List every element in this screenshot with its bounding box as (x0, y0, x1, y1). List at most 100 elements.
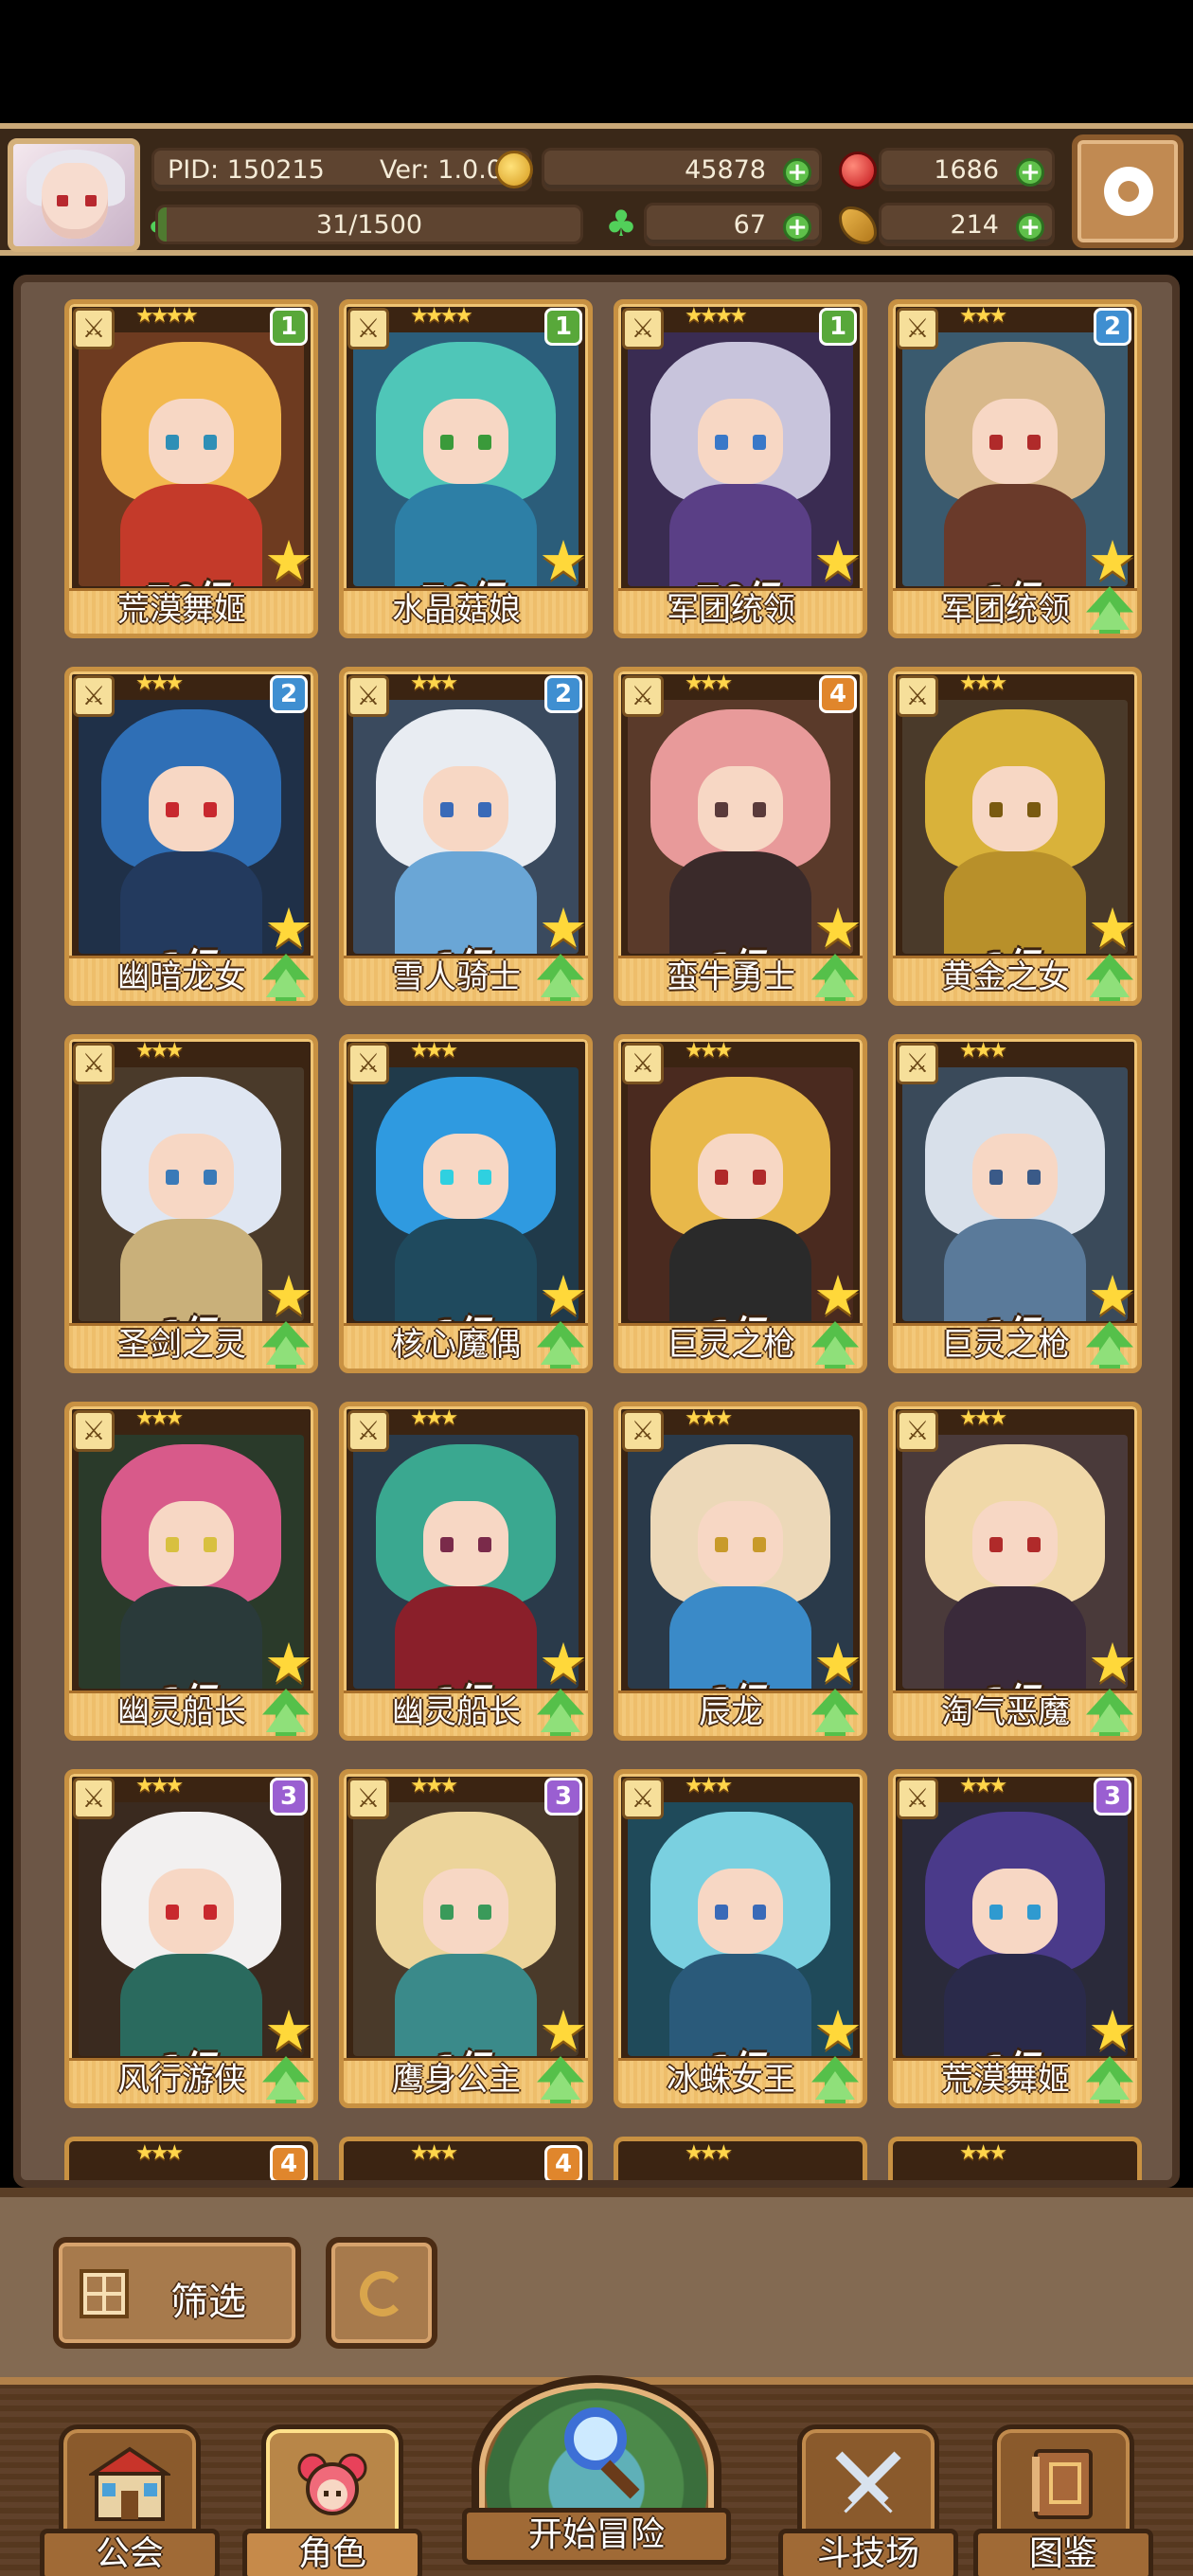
add-gold-button[interactable]: + (783, 158, 811, 187)
character-card[interactable]: 1级 ⚔ ★★★ 圣剑之灵★ (64, 1034, 318, 1373)
weapon-type-icon: ⚔ (897, 675, 938, 717)
portrait-face (972, 766, 1058, 851)
character-name: 军团统领 (667, 591, 795, 629)
character-card[interactable]: 1级 ⚔ ★★★ 核心魔偶★ (339, 1034, 593, 1373)
filter-button[interactable]: 筛选 (53, 2237, 301, 2349)
rarity-stars: ★★★ (959, 671, 1007, 695)
weapon-type-icon: ⚔ (622, 675, 664, 717)
nav-guild[interactable]: 公会 (40, 2424, 220, 2576)
portrait-eye (989, 1170, 1003, 1185)
top-header: PID: 150215 Ver: 1.0.0.0 45878 + 1686 + … (0, 123, 1193, 256)
star-upgrade-icon: ★ (1088, 1263, 1137, 1328)
add-gem-button[interactable]: + (1016, 158, 1044, 187)
rarity-stars: ★★★ (135, 2141, 184, 2165)
character-name: 圣剑之灵 (117, 1326, 246, 1364)
refresh-icon (360, 2271, 405, 2317)
weapon-type-icon: ⚔ (347, 1043, 389, 1084)
portrait-eye (989, 1537, 1003, 1552)
bone-pill[interactable]: 214 + (879, 203, 1055, 246)
portrait-face (149, 1501, 234, 1586)
rarity-stars: ★★★★ (410, 304, 473, 328)
portrait-eye (753, 802, 766, 817)
star-upgrade-icon: ★ (813, 528, 863, 593)
portrait-eye (989, 802, 1003, 817)
nav-adventure-label: 开始冒险 (462, 2508, 731, 2565)
character-name: 雪人骑士 (392, 958, 521, 996)
weapon-type-icon: ⚔ (347, 308, 389, 349)
character-card[interactable]: 1级 ⚔ ★★★ 军团统领2★ (888, 299, 1142, 638)
refresh-button[interactable] (326, 2237, 437, 2349)
nav-adventure[interactable]: 开始冒险 (453, 2366, 740, 2576)
rarity-stars: ★★★ (410, 1039, 458, 1063)
character-card[interactable]: 1级 ⚔ ★★★ 雪人骑士2★ (339, 667, 593, 1006)
weapon-type-icon: ⚔ (73, 1778, 115, 1819)
nav-guild-label: 公会 (40, 2529, 220, 2576)
gold-pill[interactable]: 45878 + (542, 148, 822, 191)
portrait-eye (166, 802, 179, 817)
star-upgrade-icon: ★ (539, 1631, 588, 1695)
exp-bar-fill (158, 207, 168, 242)
portrait-eye (753, 1537, 766, 1552)
character-card[interactable]: 1级 ⚔ ★★★ 冰蛛女王★ (614, 1769, 867, 2108)
character-card[interactable]: 1级 ⚔ ★★★ 蛮牛勇士4★ (614, 667, 867, 1006)
gem-pill[interactable]: 1686 + (879, 148, 1055, 191)
character-card[interactable]: 1级 ⚔ ★★★ 黄金之女★ (888, 667, 1142, 1006)
character-card-partial[interactable]: ★★★ 4 (339, 2137, 593, 2180)
copy-count-badge: 2 (270, 675, 308, 713)
character-name: 巨灵之枪 (667, 1326, 795, 1364)
nav-character[interactable]: 角色 (242, 2424, 422, 2576)
character-card[interactable]: 1级 ⚔ ★★★ 幽灵船长★ (339, 1402, 593, 1741)
portrait-face (149, 766, 234, 851)
character-card-partial[interactable]: ★★★ 4 (64, 2137, 318, 2180)
character-name: 幽灵船长 (117, 1693, 246, 1731)
character-card-partial[interactable]: ★★★ (888, 2137, 1142, 2180)
rarity-stars: ★★★ (410, 2141, 458, 2165)
portrait-eye (440, 435, 454, 450)
character-name: 幽灵船长 (392, 1693, 521, 1731)
character-card[interactable]: 1级 ⚔ ★★★ 鹰身公主3★ (339, 1769, 593, 2108)
copy-count-badge: 3 (270, 1778, 308, 1816)
character-name: 幽暗龙女 (117, 958, 246, 996)
portrait-face (423, 399, 508, 484)
avatar-eye (85, 195, 97, 206)
character-card-partial[interactable]: ★★★ (614, 2137, 867, 2180)
rarity-stars: ★★★ (410, 1406, 458, 1430)
portrait-eye (1027, 1170, 1041, 1185)
add-bone-button[interactable]: + (1016, 213, 1044, 242)
character-name: 辰龙 (699, 1693, 763, 1731)
avatar-face (42, 163, 108, 239)
character-card[interactable]: 1级 ⚔ ★★★ 辰龙★ (614, 1402, 867, 1741)
portrait-face (423, 1134, 508, 1219)
rarity-stars: ★★★ (135, 1406, 184, 1430)
add-clover-button[interactable]: + (783, 213, 811, 242)
portrait-face (972, 1134, 1058, 1219)
character-card[interactable]: 70级 ⚔ ★★★★ 军团统领1★ (614, 299, 867, 638)
nav-arena[interactable]: 斗技场 (778, 2424, 958, 2576)
character-card[interactable]: 1级 ⚔ ★★★ 淘气恶魔★ (888, 1402, 1142, 1741)
weapon-type-icon: ⚔ (897, 1410, 938, 1452)
character-card[interactable]: 1级 ⚔ ★★★ 幽灵船长★ (64, 1402, 318, 1741)
character-card[interactable]: 1级 ⚔ ★★★ 风行游侠3★ (64, 1769, 318, 2108)
nav-character-label: 角色 (242, 2529, 422, 2576)
star-upgrade-icon: ★ (1088, 896, 1137, 960)
portrait-face (972, 1869, 1058, 1954)
player-avatar[interactable] (8, 138, 140, 252)
settings-button[interactable] (1072, 134, 1184, 248)
rarity-stars: ★★★ (959, 1406, 1007, 1430)
character-card[interactable]: 1级 ⚔ ★★★ 巨灵之枪★ (614, 1034, 867, 1373)
character-card[interactable]: 70级 ⚔ ★★★★ 水晶菇娘1★ (339, 299, 593, 638)
portrait-face (423, 1869, 508, 1954)
weapon-type-icon: ⚔ (897, 308, 938, 349)
clover-amount: 67 (733, 209, 766, 240)
star-upgrade-icon: ★ (264, 1631, 313, 1695)
portrait-eye (440, 1905, 454, 1920)
portrait-eye (478, 1905, 491, 1920)
nav-codex[interactable]: 图鉴 (973, 2424, 1153, 2576)
character-card[interactable]: 1级 ⚔ ★★★ 荒漠舞姬3★ (888, 1769, 1142, 2108)
clover-currency-icon: ♣ (604, 203, 638, 244)
portrait-face (423, 1501, 508, 1586)
character-card[interactable]: 1级 ⚔ ★★★ 幽暗龙女2★ (64, 667, 318, 1006)
clover-pill[interactable]: 67 + (644, 203, 822, 246)
character-card[interactable]: 1级 ⚔ ★★★ 巨灵之枪★ (888, 1034, 1142, 1373)
character-card[interactable]: 70级 ⚔ ★★★★ 荒漠舞姬1★ (64, 299, 318, 638)
